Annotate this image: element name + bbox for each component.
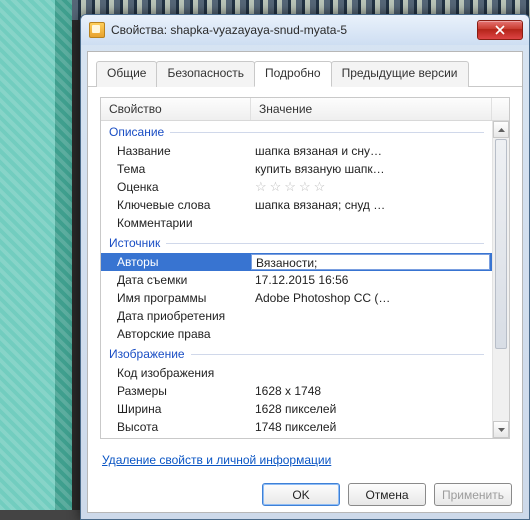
tab-security[interactable]: Безопасность xyxy=(156,61,255,87)
tab-strip: Общие Безопасность Подробно Предыдущие в… xyxy=(88,52,522,87)
property-grid: Свойство Значение Описание Названиешапка… xyxy=(100,97,510,439)
ok-button[interactable]: OK xyxy=(262,483,340,506)
close-button[interactable] xyxy=(477,20,523,40)
row-date-acquired[interactable]: Дата приобретения xyxy=(101,307,492,325)
row-image-id[interactable]: Код изображения xyxy=(101,364,492,382)
header-property[interactable]: Свойство xyxy=(101,98,251,120)
titlebar[interactable]: Свойства: shapka-vyazayaya-snud-myata-5 xyxy=(81,15,529,45)
section-description: Описание xyxy=(101,121,492,142)
app-icon xyxy=(89,22,105,38)
section-source: Источник xyxy=(101,232,492,253)
grid-header: Свойство Значение xyxy=(101,98,509,121)
authors-edit[interactable]: Вязаности; xyxy=(251,254,490,270)
row-hres[interactable]: Горизонтальное разреш…72 точек на дюйм xyxy=(101,436,492,438)
row-comments[interactable]: Комментарии xyxy=(101,214,492,232)
grid-body: Описание Названиешапка вязаная и сну… Те… xyxy=(101,121,509,438)
chevron-up-icon xyxy=(498,128,505,132)
row-subject[interactable]: Темакупить вязаную шапк… xyxy=(101,160,492,178)
close-icon xyxy=(495,25,505,35)
scroll-up-button[interactable] xyxy=(493,121,509,138)
scroll-down-button[interactable] xyxy=(493,421,509,438)
tab-details[interactable]: Подробно xyxy=(254,61,332,87)
header-value[interactable]: Значение xyxy=(251,98,492,120)
rating-stars[interactable]: ☆☆☆☆☆ xyxy=(251,179,492,195)
row-program[interactable]: Имя программыAdobe Photoshop CC (… xyxy=(101,289,492,307)
row-date-taken[interactable]: Дата съемки17.12.2015 16:56 xyxy=(101,271,492,289)
row-copyright[interactable]: Авторские права xyxy=(101,325,492,343)
cancel-button[interactable]: Отмена xyxy=(348,483,426,506)
row-height[interactable]: Высота1748 пикселей xyxy=(101,418,492,436)
tab-general[interactable]: Общие xyxy=(96,61,157,87)
remove-properties-link[interactable]: Удаление свойств и личной информации xyxy=(102,453,331,467)
client-area: Общие Безопасность Подробно Предыдущие в… xyxy=(87,51,523,513)
row-width[interactable]: Ширина1628 пикселей xyxy=(101,400,492,418)
window-title: Свойства: shapka-vyazayaya-snud-myata-5 xyxy=(111,23,471,37)
dialog-buttons: OK Отмена Применить xyxy=(88,475,522,512)
row-dimensions[interactable]: Размеры1628 x 1748 xyxy=(101,382,492,400)
section-image: Изображение xyxy=(101,343,492,364)
apply-button[interactable]: Применить xyxy=(434,483,512,506)
tab-previous-versions[interactable]: Предыдущие версии xyxy=(331,61,469,87)
chevron-down-icon xyxy=(498,428,505,432)
row-keywords[interactable]: Ключевые словашапка вязаная; снуд … xyxy=(101,196,492,214)
scroll-thumb[interactable] xyxy=(495,139,507,349)
row-title[interactable]: Названиешапка вязаная и сну… xyxy=(101,142,492,160)
properties-dialog: Свойства: shapka-vyazayaya-snud-myata-5 … xyxy=(80,14,530,520)
vertical-scrollbar[interactable] xyxy=(492,121,509,438)
remove-properties-link-row: Удаление свойств и личной информации xyxy=(88,445,522,475)
row-authors[interactable]: АвторыВязаности; xyxy=(101,253,492,271)
row-rating[interactable]: Оценка☆☆☆☆☆ xyxy=(101,178,492,196)
header-scroll-spacer xyxy=(492,98,509,120)
